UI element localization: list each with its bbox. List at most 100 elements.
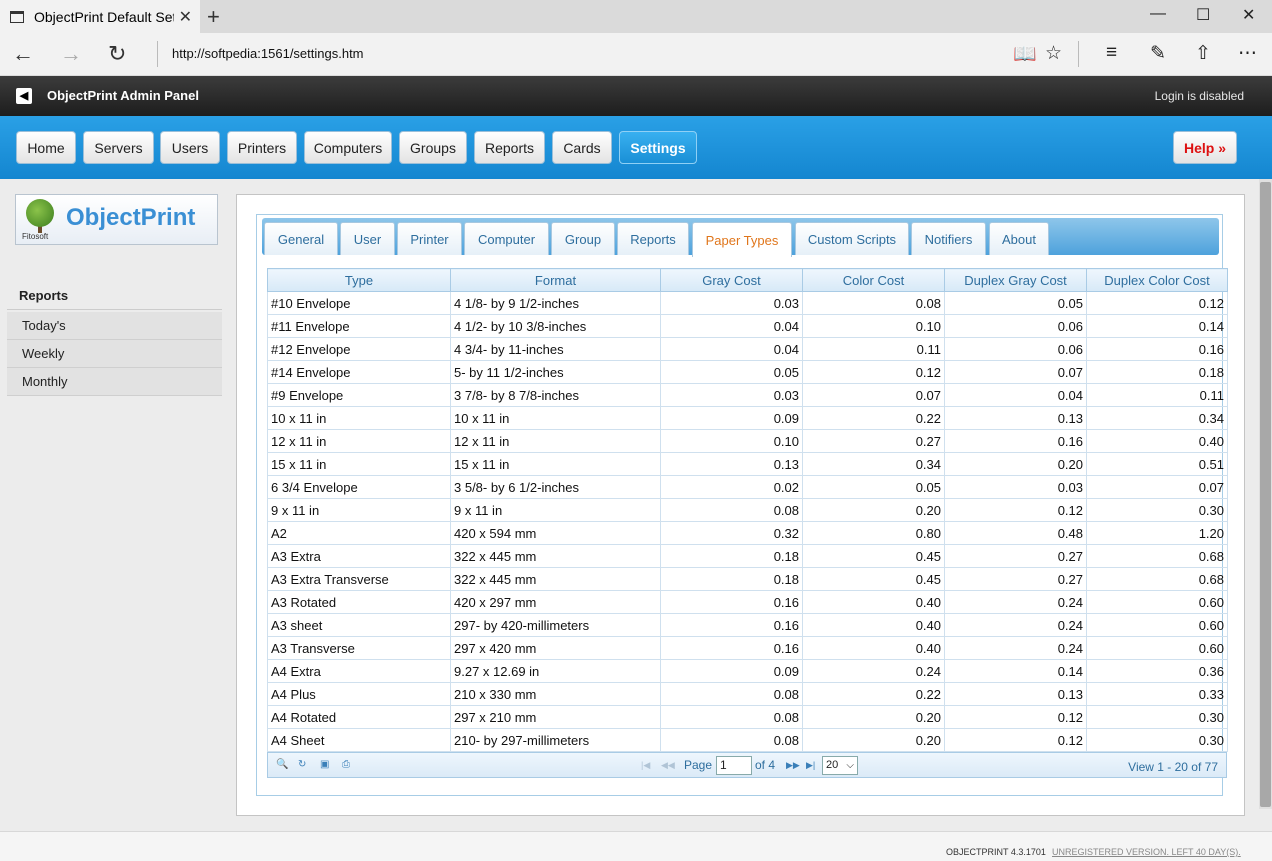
nav-users[interactable]: Users: [160, 131, 220, 164]
table-row[interactable]: A3 Rotated 420 x 297 mm 0.16 0.40 0.24 0.60: [267, 590, 1228, 614]
tab-computer[interactable]: Computer: [464, 222, 549, 255]
print-icon[interactable]: ⎙: [342, 759, 350, 770]
minimize-icon[interactable]: —: [1150, 5, 1166, 23]
collapse-icon[interactable]: ◀: [16, 88, 32, 104]
logo-subtitle: Fitosoft: [22, 232, 49, 241]
web-note-icon[interactable]: ✎: [1150, 42, 1166, 65]
tab-printer[interactable]: Printer: [397, 222, 462, 255]
prev-page-icon[interactable]: ◀◀: [661, 760, 675, 771]
nav-groups[interactable]: Groups: [399, 131, 467, 164]
column-header-duplex-color-cost[interactable]: Duplex Color Cost: [1086, 268, 1228, 292]
table-cell: A2: [267, 521, 451, 545]
save-icon[interactable]: ▣: [320, 759, 329, 770]
table-row[interactable]: #14 Envelope 5- by 11 1/2-inches 0.05 0.12 0…: [267, 360, 1228, 384]
table-cell: 0.24: [944, 636, 1087, 660]
rows-per-page-select[interactable]: 20 ⌵: [822, 756, 858, 775]
refresh-grid-icon[interactable]: ↻: [298, 759, 306, 770]
table-row[interactable]: #10 Envelope 4 1/8- by 9 1/2-inches 0.03 0.…: [267, 291, 1228, 315]
column-header-color-cost[interactable]: Color Cost: [802, 268, 945, 292]
nav-computers[interactable]: Computers: [304, 131, 392, 164]
help-button[interactable]: Help »: [1173, 131, 1237, 164]
column-header-type[interactable]: Type: [267, 268, 451, 292]
column-header-duplex-gray-cost[interactable]: Duplex Gray Cost: [944, 268, 1087, 292]
table-cell: 0.60: [1086, 590, 1228, 614]
browser-tab[interactable]: ObjectPrint Default Sett ✕: [0, 0, 200, 33]
tab-group[interactable]: Group: [551, 222, 615, 255]
tab-reports[interactable]: Reports: [617, 222, 689, 255]
refresh-icon[interactable]: ↻: [108, 41, 126, 67]
table-row[interactable]: A2 420 x 594 mm 0.32 0.80 0.48 1.20: [267, 521, 1228, 545]
nav-printers[interactable]: Printers: [227, 131, 297, 164]
nav-settings[interactable]: Settings: [619, 131, 697, 164]
tab-general[interactable]: General: [264, 222, 338, 255]
table-cell: 0.68: [1086, 567, 1228, 591]
table-row[interactable]: A4 Sheet 210- by 297-millimeters 0.08 0.20 0…: [267, 728, 1228, 752]
tab-paper-types[interactable]: Paper Types: [692, 222, 792, 257]
page-number-input[interactable]: 1: [716, 756, 752, 775]
table-cell: 0.20: [802, 728, 945, 752]
share-icon[interactable]: ⇧: [1195, 42, 1211, 65]
forward-arrow-icon[interactable]: →: [60, 41, 82, 67]
nav-home[interactable]: Home: [16, 131, 76, 164]
table-row[interactable]: 10 x 11 in 10 x 11 in 0.09 0.22 0.13 0.34: [267, 406, 1228, 430]
new-tab-icon[interactable]: +: [207, 4, 220, 30]
table-row[interactable]: #11 Envelope 4 1/2- by 10 3/8-inches 0.04 0…: [267, 314, 1228, 338]
nav-reports[interactable]: Reports: [474, 131, 545, 164]
tab-about[interactable]: About: [989, 222, 1049, 255]
window-close-icon[interactable]: ✕: [1242, 5, 1255, 25]
table-cell: 0.40: [1086, 429, 1228, 453]
sidebar-item-weekly[interactable]: Weekly: [7, 340, 222, 368]
table-cell: 0.07: [944, 360, 1087, 384]
table-cell: 15 x 11 in: [267, 452, 451, 476]
tab-user[interactable]: User: [340, 222, 395, 255]
sidebar-item-monthly[interactable]: Monthly: [7, 368, 222, 396]
table-cell: 0.30: [1086, 498, 1228, 522]
table-cell: 0.08: [660, 705, 803, 729]
table-row[interactable]: A3 Extra 322 x 445 mm 0.18 0.45 0.27 0.68: [267, 544, 1228, 568]
table-row[interactable]: A4 Plus 210 x 330 mm 0.08 0.22 0.13 0.33: [267, 682, 1228, 706]
tab-custom-scripts[interactable]: Custom Scripts: [795, 222, 909, 255]
table-row[interactable]: A4 Extra 9.27 x 12.69 in 0.09 0.24 0.14 0.36: [267, 659, 1228, 683]
table-cell: 0.05: [660, 360, 803, 384]
main-nav: Home Servers Users Printers Computers Gr…: [0, 116, 1272, 179]
first-page-icon[interactable]: |◀: [641, 760, 650, 771]
hub-icon[interactable]: ≡: [1106, 42, 1117, 64]
last-page-icon[interactable]: ▶|: [806, 760, 815, 771]
table-cell: 0.27: [944, 544, 1087, 568]
nav-servers[interactable]: Servers: [83, 131, 154, 164]
table-row[interactable]: 9 x 11 in 9 x 11 in 0.08 0.20 0.12 0.30: [267, 498, 1228, 522]
tab-notifiers[interactable]: Notifiers: [911, 222, 986, 255]
table-cell: 0.18: [660, 567, 803, 591]
nav-cards[interactable]: Cards: [552, 131, 612, 164]
sidebar-item-todays[interactable]: Today's: [7, 312, 222, 340]
more-icon[interactable]: ⋯: [1238, 42, 1257, 65]
table-row[interactable]: #12 Envelope 4 3/4- by 11-inches 0.04 0.11 0…: [267, 337, 1228, 361]
sidebar-title: Reports: [19, 288, 69, 303]
table-row[interactable]: #9 Envelope 3 7/8- by 8 7/8-inches 0.03 0.0…: [267, 383, 1228, 407]
back-arrow-icon[interactable]: ←: [12, 41, 34, 67]
table-row[interactable]: A4 Rotated 297 x 210 mm 0.08 0.20 0.12 0.30: [267, 705, 1228, 729]
close-tab-icon[interactable]: ✕: [179, 7, 192, 27]
table-row[interactable]: 15 x 11 in 15 x 11 in 0.13 0.34 0.20 0.51: [267, 452, 1228, 476]
table-row[interactable]: A3 sheet 297- by 420-millimeters 0.16 0.40 0…: [267, 613, 1228, 637]
column-header-gray-cost[interactable]: Gray Cost: [660, 268, 803, 292]
url-input[interactable]: http://softpedia:1561/settings.htm: [172, 46, 364, 61]
table-cell: #12 Envelope: [267, 337, 451, 361]
table-cell: 0.08: [660, 498, 803, 522]
table-row[interactable]: A3 Extra Transverse 322 x 445 mm 0.18 0.45 0…: [267, 567, 1228, 591]
table-cell: 0.40: [802, 613, 945, 637]
vertical-scrollbar-thumb[interactable]: [1260, 182, 1271, 807]
table-row[interactable]: A3 Transverse 297 x 420 mm 0.16 0.40 0.24 0.6…: [267, 636, 1228, 660]
table-row[interactable]: 12 x 11 in 12 x 11 in 0.10 0.27 0.16 0.40: [267, 429, 1228, 453]
reading-view-icon[interactable]: 📖: [1013, 42, 1037, 66]
column-header-format[interactable]: Format: [450, 268, 661, 292]
favorite-star-icon[interactable]: ☆: [1045, 42, 1062, 65]
unregistered-link[interactable]: UNREGISTERED VERSION. LEFT 40 DAY(S).: [1052, 847, 1241, 857]
search-icon[interactable]: 🔍: [276, 759, 288, 770]
maximize-icon[interactable]: ☐: [1196, 5, 1210, 25]
next-page-icon[interactable]: ▶▶: [786, 760, 800, 771]
table-cell: 210 x 330 mm: [450, 682, 661, 706]
table-cell: 0.02: [660, 475, 803, 499]
table-cell: 0.04: [944, 383, 1087, 407]
table-row[interactable]: 6 3/4 Envelope 3 5/8- by 6 1/2-inches 0.02…: [267, 475, 1228, 499]
